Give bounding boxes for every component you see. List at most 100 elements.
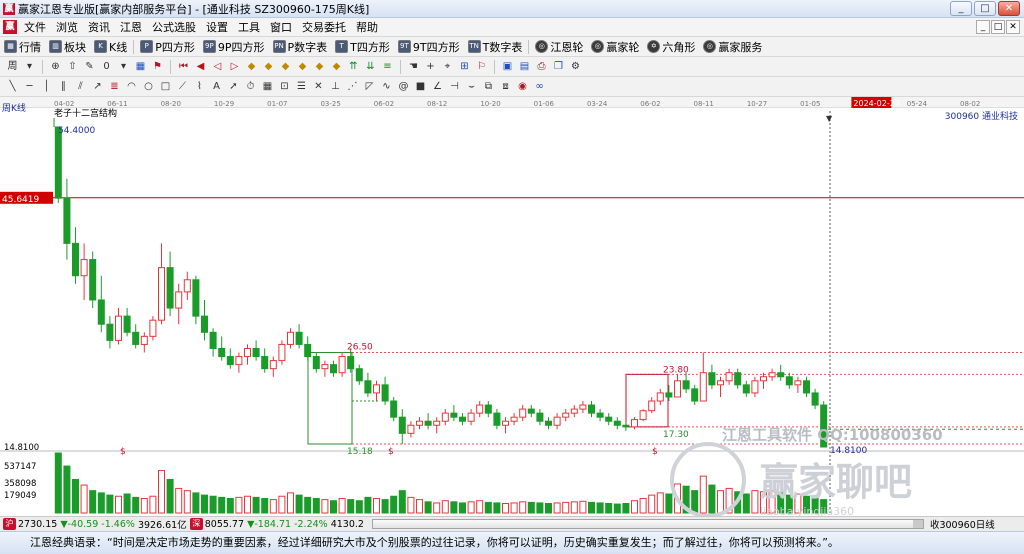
maximize-button[interactable]: □: [974, 1, 996, 16]
scrollbar-thumb[interactable]: [912, 520, 923, 528]
toolbar-9p-square-button[interactable]: 9P 9P四方形: [199, 39, 269, 55]
cursor-icon[interactable]: ⊕: [49, 60, 62, 74]
angle-tool-icon[interactable]: ∠: [431, 80, 444, 94]
toolbar-t-square-button[interactable]: T T四方形: [331, 39, 394, 55]
toolbar-winner-wheel-button[interactable]: ◎ 赢家轮: [587, 39, 643, 55]
menu-trade[interactable]: 交易委托: [297, 19, 351, 35]
ray-tool-icon[interactable]: ↗: [91, 80, 104, 94]
menu-gann[interactable]: 江恩: [115, 19, 147, 35]
rect-tool-icon[interactable]: □: [159, 80, 172, 94]
mark-icon[interactable]: ⚐: [475, 60, 488, 74]
measure-tool-icon[interactable]: ⊣: [448, 80, 461, 94]
camera-tool-icon[interactable]: ◉: [516, 80, 529, 94]
wave-tool-icon[interactable]: ∿: [380, 80, 393, 94]
first-icon[interactable]: ⏮: [177, 60, 190, 74]
time-tool-icon[interactable]: ⏱: [244, 80, 257, 94]
copy-tool-icon[interactable]: ⧉: [482, 80, 495, 94]
mdi-close-button[interactable]: ✕: [1006, 20, 1020, 34]
crosshair-icon[interactable]: ⌖: [441, 60, 454, 74]
toolbar-p-table-button[interactable]: PN P数字表: [269, 39, 332, 55]
toolbar-candle-button[interactable]: K K线: [90, 39, 131, 55]
menu-tools[interactable]: 工具: [233, 19, 265, 35]
ruler-tool-icon[interactable]: ⊥: [329, 80, 342, 94]
count-select[interactable]: 0: [100, 60, 113, 74]
vline-tool-icon[interactable]: │: [40, 80, 53, 94]
diamond-icon[interactable]: ◆: [279, 60, 292, 74]
toolbar-t-table-button[interactable]: TN T数字表: [464, 39, 527, 55]
toolbar-gann-wheel-button[interactable]: ◎ 江恩轮: [531, 39, 587, 55]
pen-icon[interactable]: ✎: [83, 60, 96, 74]
fan-tool-icon[interactable]: ⟋: [176, 80, 189, 94]
flag-icon[interactable]: ⚑: [151, 60, 164, 74]
toolbar-hexagon-button[interactable]: ✡ 六角形: [643, 39, 699, 55]
toolbar-p-square-button[interactable]: P P四方形: [136, 39, 199, 55]
menu-formula[interactable]: 公式选股: [147, 19, 201, 35]
circle-tool-icon[interactable]: ○: [142, 80, 155, 94]
arrow-icon[interactable]: ⇧: [66, 60, 79, 74]
grid-tool-icon[interactable]: ▦: [261, 80, 274, 94]
toolbar-service-button[interactable]: ◎ 赢家服务: [699, 39, 766, 55]
diamond-icon[interactable]: ◆: [313, 60, 326, 74]
settings-icon[interactable]: ⚙: [569, 60, 582, 74]
paste-tool-icon[interactable]: ⧈: [499, 80, 512, 94]
grid-icon[interactable]: ▦: [134, 60, 147, 74]
disk-icon[interactable]: ▤: [518, 60, 531, 74]
minimize-button[interactable]: _: [950, 1, 972, 16]
menu-info[interactable]: 资讯: [83, 19, 115, 35]
step-up-icon[interactable]: ⇈: [347, 60, 360, 74]
diamond-icon[interactable]: ◆: [296, 60, 309, 74]
mdi-restore-button[interactable]: □: [991, 20, 1005, 34]
shanghai-index-icon[interactable]: 沪: [3, 518, 16, 530]
wedge-tool-icon[interactable]: ◸: [363, 80, 376, 94]
channel-tool-icon[interactable]: ⫽: [74, 80, 87, 94]
parallel-tool-icon[interactable]: ∥: [57, 80, 70, 94]
bars-icon[interactable]: ≡: [381, 60, 394, 74]
diamond-icon[interactable]: ◆: [262, 60, 275, 74]
candlestick-chart[interactable]: 04-02 06-11 08-20 10-29 01-07 03-25 06-02 08-12…: [0, 97, 1024, 516]
close-button[interactable]: ✕: [998, 1, 1020, 16]
menu-window[interactable]: 窗口: [265, 19, 297, 35]
menu-logo-icon[interactable]: 赢: [3, 20, 17, 34]
forward-icon[interactable]: ▷: [228, 60, 241, 74]
fib-tool-icon[interactable]: ≣: [108, 80, 121, 94]
menu-settings[interactable]: 设置: [201, 19, 233, 35]
zoom-icon[interactable]: ⊞: [458, 60, 471, 74]
mdi-minimize-button[interactable]: _: [976, 20, 990, 34]
cycle-tool-icon[interactable]: ⌇: [193, 80, 206, 94]
chevron-down-icon[interactable]: ▾: [117, 60, 130, 74]
box-tool-icon[interactable]: ⊡: [278, 80, 291, 94]
chevron-down-icon[interactable]: ▾: [23, 60, 36, 74]
text-tool-icon[interactable]: A: [210, 80, 223, 94]
menu-help[interactable]: 帮助: [351, 19, 383, 35]
square-tool-icon[interactable]: ■: [414, 80, 427, 94]
arrow-tool-icon[interactable]: ➚: [227, 80, 240, 94]
cup-tool-icon[interactable]: ⌣: [465, 80, 478, 94]
speed-tool-icon[interactable]: ⋰: [346, 80, 359, 94]
arc-tool-icon[interactable]: ◠: [125, 80, 138, 94]
bars-tool-icon[interactable]: ☰: [295, 80, 308, 94]
ticker-scrollbar[interactable]: [371, 519, 924, 529]
period-select[interactable]: 周: [6, 60, 19, 74]
menu-browse[interactable]: 浏览: [51, 19, 83, 35]
line-tool-icon[interactable]: ╲: [6, 80, 19, 94]
diamond-icon[interactable]: ◆: [330, 60, 343, 74]
hline-tool-icon[interactable]: ─: [23, 80, 36, 94]
kline-chart-panel[interactable]: 周K线 300960 通业科技 04-02 06-11 08-20 10-29 01-0…: [0, 97, 1024, 516]
delete-tool-icon[interactable]: ✕: [312, 80, 325, 94]
diamond-icon[interactable]: ◆: [245, 60, 258, 74]
hand-icon[interactable]: ☚: [407, 60, 420, 74]
back-icon[interactable]: ◁: [211, 60, 224, 74]
print-icon[interactable]: ⎙: [535, 60, 548, 74]
layers-icon[interactable]: ❐: [552, 60, 565, 74]
save-icon[interactable]: ▣: [501, 60, 514, 74]
toolbar-9t-square-button[interactable]: 9T 9T四方形: [394, 39, 464, 55]
toolbar-grid-button[interactable]: ▦ 行情: [0, 39, 45, 55]
shenzhen-index-icon[interactable]: 深: [189, 518, 203, 530]
toolbar-blocks-button[interactable]: ▥ 板块: [45, 39, 90, 55]
step-down-icon[interactable]: ⇊: [364, 60, 377, 74]
prev-icon[interactable]: ◀: [194, 60, 207, 74]
infinity-tool-icon[interactable]: ∞: [533, 80, 546, 94]
menu-file[interactable]: 文件: [19, 19, 51, 35]
cross-icon[interactable]: +: [424, 60, 437, 74]
spiral-tool-icon[interactable]: @: [397, 80, 410, 94]
